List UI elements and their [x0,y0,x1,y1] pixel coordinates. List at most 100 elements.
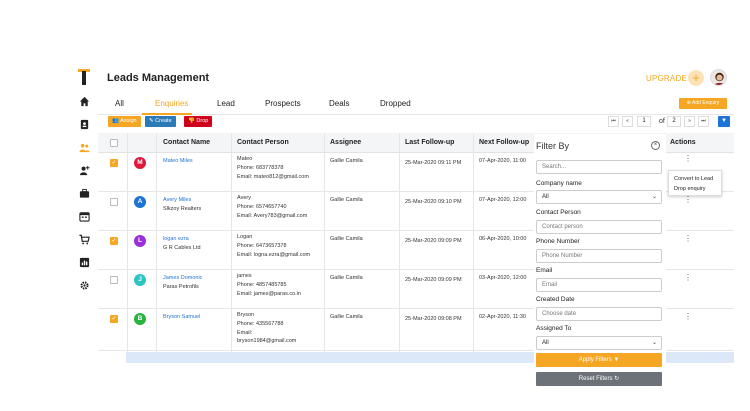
assignee-name: Gallie Camila [330,158,363,164]
contact-person-name: Logan [237,234,253,240]
last-follow-up: 25-Mar-2020 09:09 PM [405,238,462,244]
tab-deals[interactable]: Deals [329,99,349,108]
company-name-label: Company name [536,180,582,187]
user-avatar[interactable] [710,69,727,86]
contact-phone: Phone: 435567788 [237,321,284,327]
avatar-initial: L [134,235,146,247]
reset-filters-button[interactable]: Reset Filters ↻ [536,372,662,386]
avatar-initial: A [134,196,146,208]
row-checkbox[interactable]: ✓ [110,315,118,323]
prev-page-button[interactable]: « [622,116,633,127]
email-input[interactable]: Email [536,278,662,292]
row-context-menu: Convert to Lead Drop enquiry [668,170,722,196]
row-actions-menu[interactable]: ⋮ [684,155,692,163]
upgrade-link[interactable]: UPGRADE [646,74,687,83]
last-follow-up: 25-Mar-2020 09:10 PM [405,199,462,205]
next-page-button[interactable]: » [684,116,695,127]
created-date-label: Created Date [536,296,575,303]
active-tab-indicator [142,113,192,115]
contacts-book-icon[interactable] [77,117,91,131]
tab-enquiries[interactable]: Enquiries [155,99,188,108]
assign-button[interactable]: 👥 Assign [108,116,141,127]
company-select-value: All [542,194,549,200]
header-actions: Actions [670,139,696,146]
create-label: Create [155,118,172,124]
assigned-to-select[interactable]: All ⌄ [536,336,662,350]
header-next-follow-up: Next Follow-up [479,139,530,146]
tab-dropped[interactable]: Dropped [380,99,411,108]
apply-filters-button[interactable]: Apply Filters ▼ [536,353,662,367]
close-icon[interactable]: × [651,141,660,150]
settings-gear-icon[interactable] [77,278,91,292]
last-page-button[interactable]: ⏭ [698,116,709,127]
funnel-icon: ▼ [721,118,727,124]
next-follow-up: 02-Apr-2020, 11:30 [479,314,526,320]
created-date-input[interactable]: Choose date [536,307,662,321]
chevron-down-icon: ⌄ [651,340,657,346]
email-label: Email [536,267,553,274]
tab-lead[interactable]: Lead [217,99,235,108]
total-pages: 2 [667,116,681,127]
assignee-name: Gallie Camila [330,197,363,203]
tab-prospects[interactable]: Prospects [265,99,301,108]
contact-name-link[interactable]: James Domonic [163,274,202,282]
briefcase-icon[interactable] [77,186,91,200]
cart-icon[interactable] [77,232,91,246]
contact-person-input[interactable]: Contact person [536,220,662,234]
select-all-checkbox[interactable] [110,139,118,147]
row-actions-menu[interactable]: ⋮ [684,235,692,243]
company-name: G R Cables Ltd [163,245,201,251]
filter-toggle-button[interactable]: ▼ [718,116,730,127]
page-of-label: of [659,118,665,125]
row-checkbox[interactable]: ✓ [110,237,118,245]
convert-to-lead-menu-item[interactable]: Convert to Lead [674,174,716,184]
filter-title: Filter By [536,141,570,151]
add-user-icon[interactable] [77,163,91,177]
drop-button[interactable]: 👎 Drop [184,116,213,127]
avatar-initial: J [134,274,146,286]
contact-email: Email: james@paras.co.in [237,291,301,297]
contact-phone: Phone: 6574657740 [237,204,287,210]
contact-phone: Phone: 6473657378 [237,243,287,249]
phone-number-input[interactable]: Phone Number [536,249,662,263]
home-icon[interactable] [77,94,91,108]
assignee-name: Gallie Camila [330,314,363,320]
next-follow-up: 03-Apr-2020, 12:00 [479,275,527,281]
contact-name-link[interactable]: Avery Miles [163,196,191,204]
row-actions-menu[interactable]: ⋮ [684,274,692,282]
app-frame: Leads Management UPGRADE + All Enquiries… [70,62,734,392]
calendar-icon[interactable] [77,209,91,223]
page-number-input[interactable]: 1 [637,116,651,127]
row-actions-menu[interactable]: ⋮ [684,313,692,321]
logo-icon [76,68,92,86]
main-content: Leads Management UPGRADE + All Enquiries… [98,62,734,392]
add-enquiry-button[interactable]: ⊕ Add Enquiry [679,98,727,109]
leads-users-icon[interactable] [77,140,91,154]
add-new-button[interactable]: + [688,70,704,86]
row-checkbox[interactable] [110,276,118,284]
create-button[interactable]: ✎ Create [145,116,176,127]
contact-phone: Phone: 4857485785 [237,282,287,288]
drop-enquiry-menu-item[interactable]: Drop enquiry [674,184,716,194]
report-chart-icon[interactable] [77,255,91,269]
funnel-icon: ▼ [611,357,620,363]
header-contact-name: Contact Name [163,139,211,146]
contact-name-link[interactable]: Bryson Samuel [163,313,200,321]
apply-filters-label: Apply Filters [578,357,612,363]
first-page-button[interactable]: ⏮ [608,116,619,127]
refresh-icon: ↻ [612,376,620,382]
row-checkbox[interactable] [110,198,118,206]
company-name-select[interactable]: All ⌄ [536,190,662,204]
last-follow-up: 25-Mar-2020 09:09 PM [405,277,462,283]
contact-name-link[interactable]: Mateo Miles [163,157,193,165]
tab-all[interactable]: All [115,99,124,108]
filter-search-input[interactable]: Search... [536,160,662,174]
next-follow-up: 06-Apr-2020, 10:00 [479,236,527,242]
row-actions-menu[interactable]: ⋮ [684,196,692,204]
avatar-initial: B [134,313,146,325]
contact-email: Email: logna.ezra@gmail.com [237,252,311,258]
company-name: Paras Petrofils [163,284,199,290]
chevron-down-icon: ⌄ [651,194,657,200]
contact-name-link[interactable]: logan ezra [163,235,189,243]
row-checkbox[interactable]: ✓ [110,159,118,167]
